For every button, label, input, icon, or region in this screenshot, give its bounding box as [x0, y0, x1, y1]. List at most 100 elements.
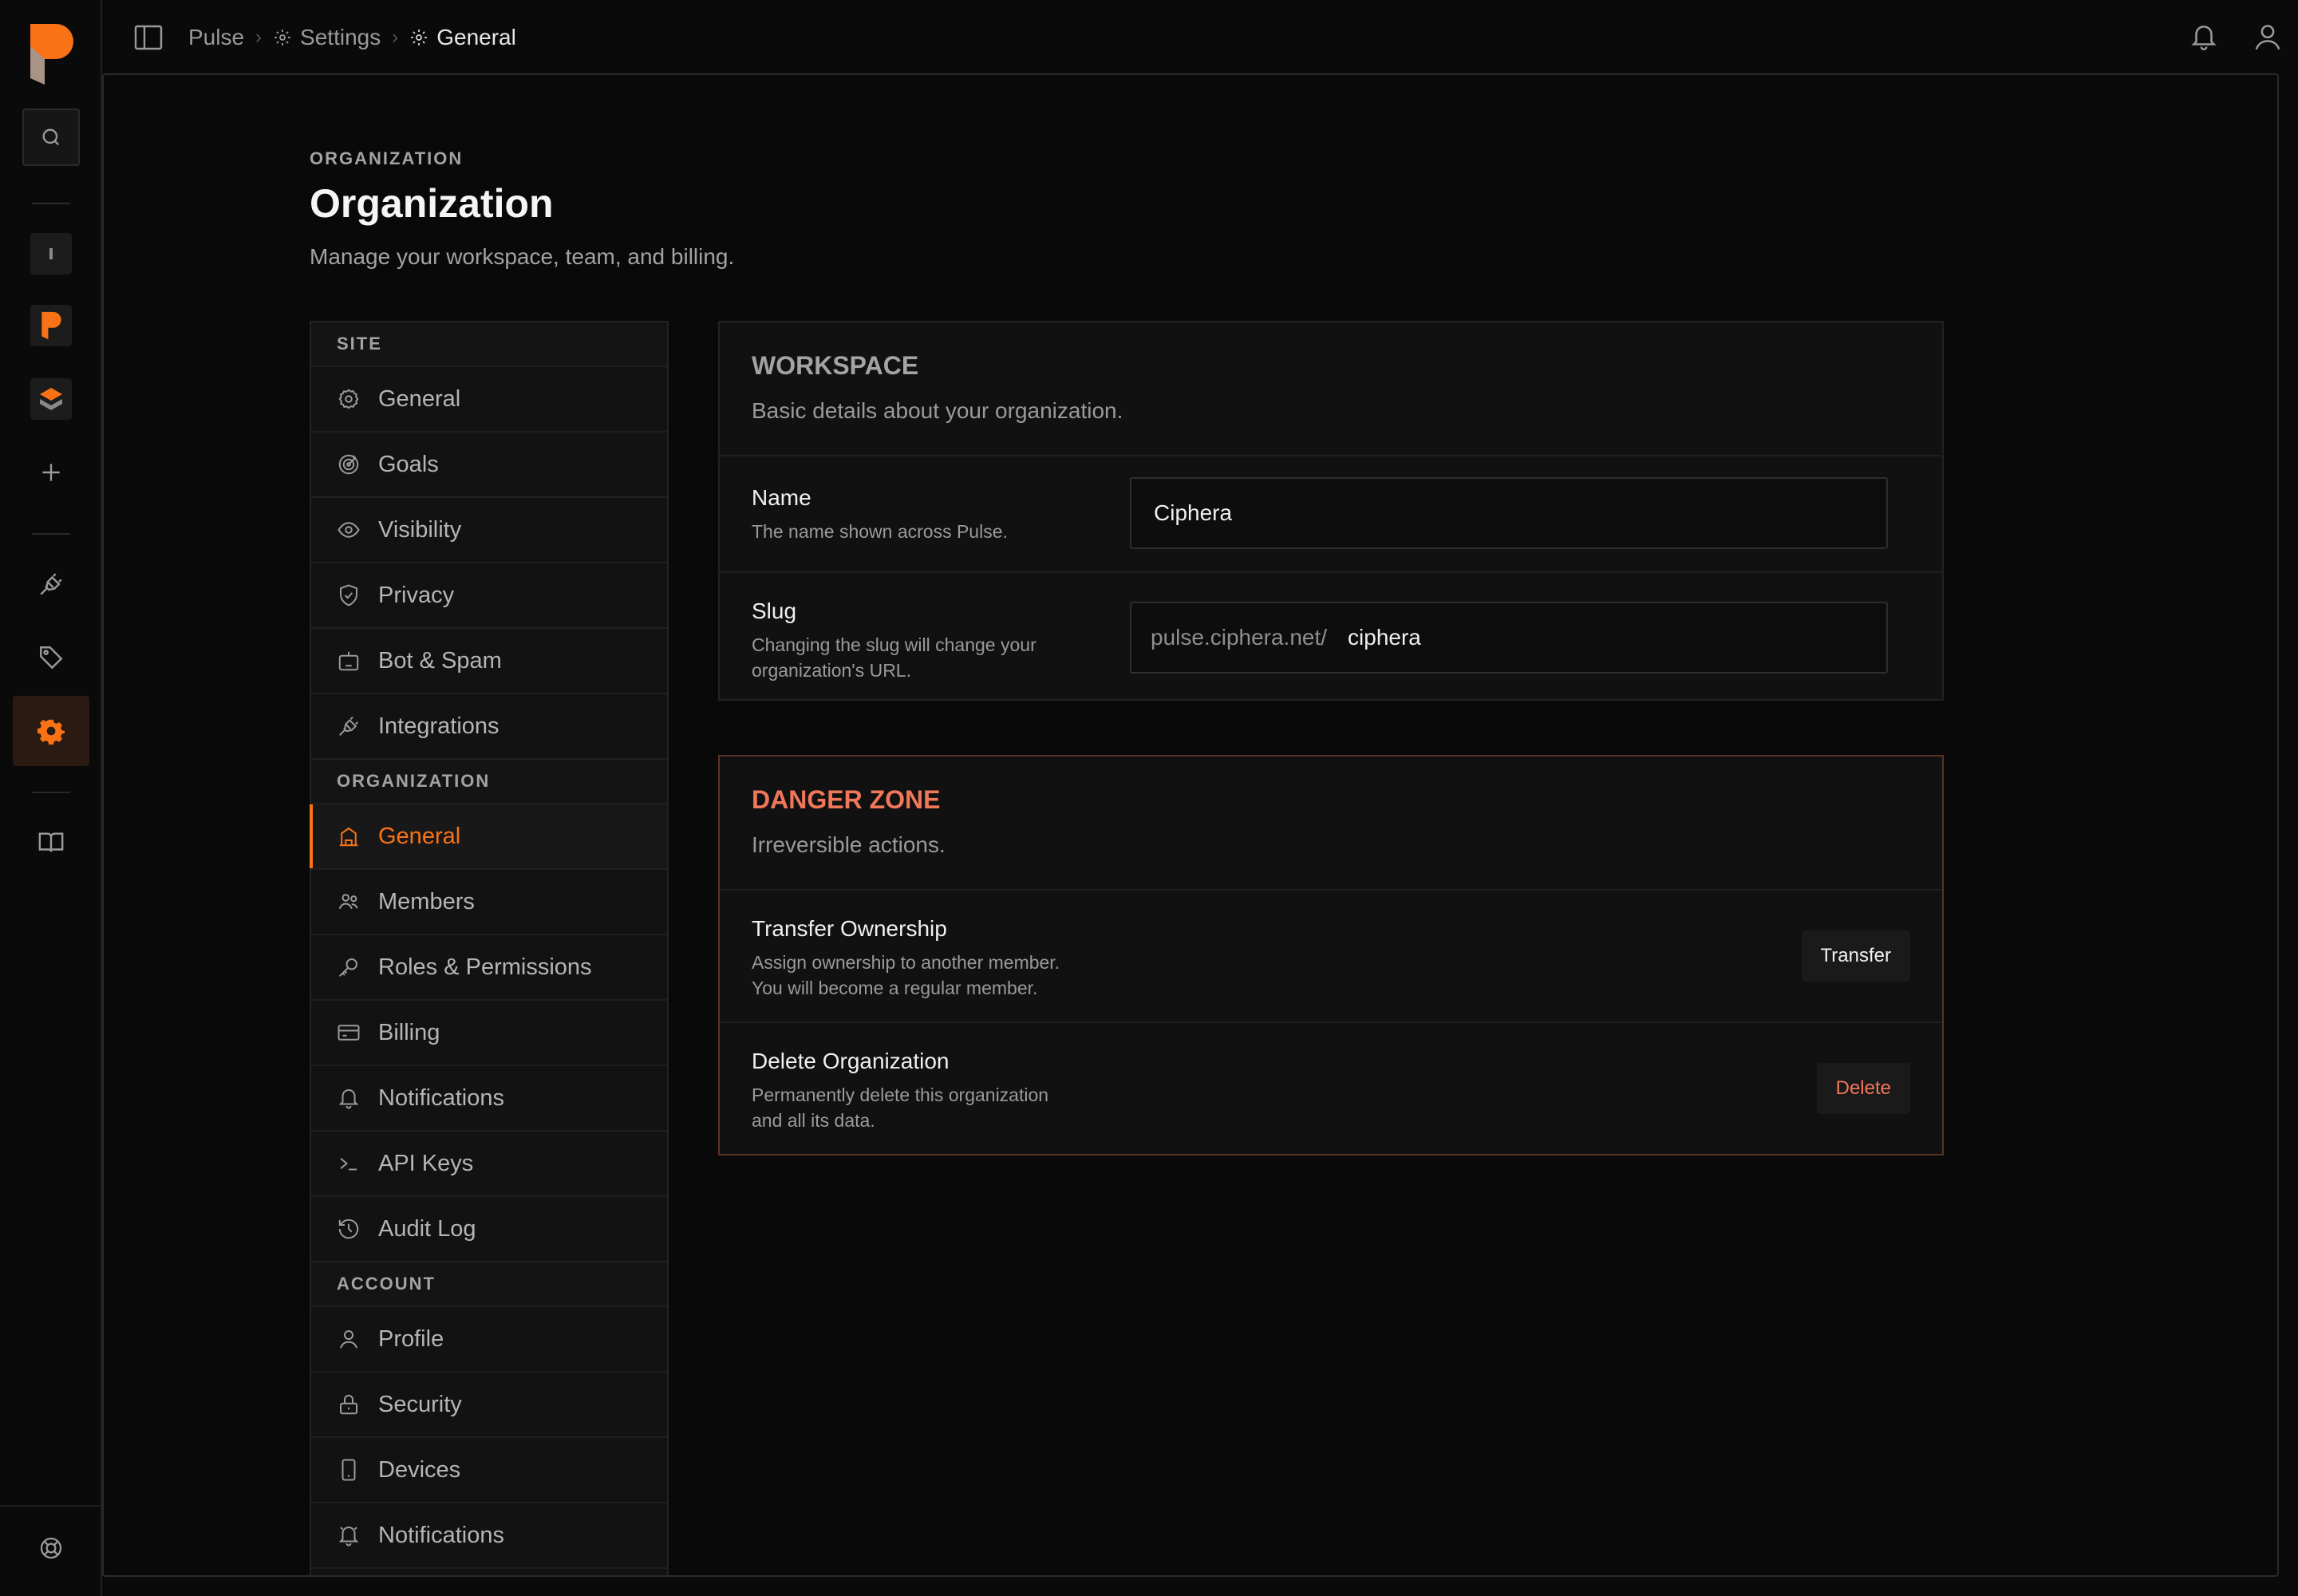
sidebar-toggle-button[interactable] [134, 24, 163, 51]
users-icon [338, 894, 358, 910]
shield-icon [340, 584, 357, 606]
delete-help-line: and all its data. [752, 1110, 875, 1131]
tags-rail-button[interactable] [22, 629, 80, 686]
page-title: Organization [310, 181, 554, 226]
name-field[interactable]: Ciphera [1130, 477, 1888, 549]
bell-icon [338, 1089, 359, 1109]
key-icon [339, 958, 357, 977]
nav-item-security[interactable]: Security [311, 1373, 667, 1438]
nav-item-label: Bot & Spam [378, 647, 502, 674]
nav-item-org-notifications[interactable]: Notifications [311, 1066, 667, 1132]
nav-item-label: Members [378, 888, 475, 915]
transfer-ownership-row: Transfer Ownership Assign ownership to a… [720, 891, 1942, 1023]
page-eyebrow: ORGANIZATION [310, 148, 464, 168]
nav-item-profile[interactable]: Profile [311, 1307, 667, 1373]
sidebar-toggle-icon [134, 25, 163, 50]
main-content: ORGANIZATION Organization Manage your wo… [102, 73, 2279, 1577]
nav-item-org-general[interactable]: General [310, 804, 667, 870]
slug-field[interactable]: pulse.ciphera.net/ ciphera [1130, 602, 1888, 674]
building-icon [339, 827, 358, 847]
nav-item-billing[interactable]: Billing [311, 1001, 667, 1066]
nav-section-account: ACCOUNT [311, 1262, 667, 1307]
workspace-title: WORKSPACE [752, 351, 919, 380]
settings-rail-button[interactable] [13, 696, 89, 766]
site-switcher-item-pulse[interactable] [22, 297, 80, 354]
nav-item-integrations[interactable]: Integrations [311, 694, 667, 760]
integrations-rail-button[interactable] [22, 555, 80, 613]
transfer-help-line: Assign ownership to another member. [752, 952, 1060, 973]
breadcrumb-item-general: General [409, 25, 516, 50]
chevron-right-icon: › [255, 26, 263, 48]
danger-zone-header: DANGER ZONE Irreversible actions. [720, 757, 1942, 891]
gear-icon [38, 719, 65, 745]
site-switcher-item-1[interactable] [22, 225, 80, 282]
nav-item-label: Billing [378, 1019, 440, 1045]
pulse-logo[interactable] [29, 22, 73, 86]
top-bar: Pulse › Settings › General [102, 0, 2298, 75]
nav-item-account-notifications[interactable]: Notifications [311, 1503, 667, 1569]
notifications-button[interactable] [2186, 19, 2221, 54]
breadcrumb-label: Settings [300, 25, 381, 49]
account-button[interactable] [2250, 19, 2285, 54]
nav-item-goals[interactable]: Goals [311, 433, 667, 498]
delete-organization-label: Delete Organization [752, 1049, 950, 1073]
lock-icon [340, 1394, 357, 1415]
nav-item-label: Roles & Permissions [378, 954, 592, 980]
name-help: The name shown across Pulse. [752, 521, 1008, 542]
nav-item-bot-spam[interactable]: Bot & Spam [311, 629, 667, 694]
nav-item-label: API Keys [378, 1150, 474, 1176]
site-thumbnail [30, 378, 72, 420]
nav-item-site-general[interactable]: General [311, 367, 667, 433]
add-site-button[interactable] [22, 444, 80, 501]
nav-item-api-keys[interactable]: API Keys [311, 1132, 667, 1197]
nav-item-privacy[interactable]: Privacy [311, 563, 667, 629]
danger-zone-description: Irreversible actions. [752, 832, 946, 857]
nav-item-audit-log[interactable]: Audit Log [311, 1197, 667, 1262]
nav-item-label: Goals [378, 451, 439, 477]
workspace-card-header: WORKSPACE Basic details about your organ… [720, 322, 1942, 456]
support-rail-button[interactable] [22, 1519, 80, 1577]
plug-icon [339, 717, 358, 736]
nav-item-label: Integrations [378, 713, 499, 739]
bell-icon [338, 1527, 359, 1547]
nav-item-label: Devices [378, 1456, 461, 1483]
gear-icon [411, 30, 428, 45]
breadcrumb-item-settings[interactable]: Settings [273, 25, 381, 50]
nav-item-label: Notifications [378, 1522, 504, 1548]
nav-item-roles-permissions[interactable]: Roles & Permissions [311, 935, 667, 1001]
transfer-ownership-help: Assign ownership to another member. You … [752, 950, 1127, 1001]
nav-item-devices[interactable]: Devices [311, 1438, 667, 1503]
delete-button[interactable]: Delete [1816, 1063, 1910, 1114]
credit-card-icon [338, 1025, 360, 1041]
nav-item-label: Audit Log [378, 1215, 476, 1242]
breadcrumb-label: General [436, 25, 516, 49]
gear-icon [274, 30, 291, 45]
nav-item-visibility[interactable]: Visibility [311, 498, 667, 563]
slug-prefix: pulse.ciphera.net/ [1151, 625, 1328, 650]
docs-rail-button[interactable] [22, 814, 80, 871]
nav-item-label: Visibility [378, 516, 462, 543]
nav-item-label: General [378, 385, 461, 412]
nav-item-label: General [378, 823, 461, 849]
slug-help: Changing the slug will change your organ… [752, 634, 1036, 681]
name-value: Ciphera [1154, 500, 1233, 525]
rail-divider [32, 533, 70, 535]
nav-item-members[interactable]: Members [311, 870, 667, 935]
site-thumbnail [30, 305, 72, 346]
workspace-description: Basic details about your organization. [752, 398, 1123, 423]
site-switcher-item-3[interactable] [22, 370, 80, 428]
search-button[interactable] [22, 109, 80, 166]
name-label: Name [752, 485, 811, 510]
settings-nav: SITE General Goals Visibility Privacy Bo… [310, 321, 669, 1575]
transfer-button[interactable]: Transfer [1801, 930, 1910, 982]
app-rail [0, 0, 102, 1596]
target-icon [338, 454, 359, 475]
user-icon [2255, 25, 2280, 50]
breadcrumb-item-pulse[interactable]: Pulse [188, 25, 244, 50]
site-thumbnail [30, 233, 72, 275]
breadcrumb-label: Pulse [188, 25, 245, 49]
nav-item-label: Privacy [378, 582, 455, 608]
nav-item-label: Profile [378, 1325, 444, 1352]
rail-divider [0, 1505, 102, 1507]
bot-icon [338, 651, 359, 671]
